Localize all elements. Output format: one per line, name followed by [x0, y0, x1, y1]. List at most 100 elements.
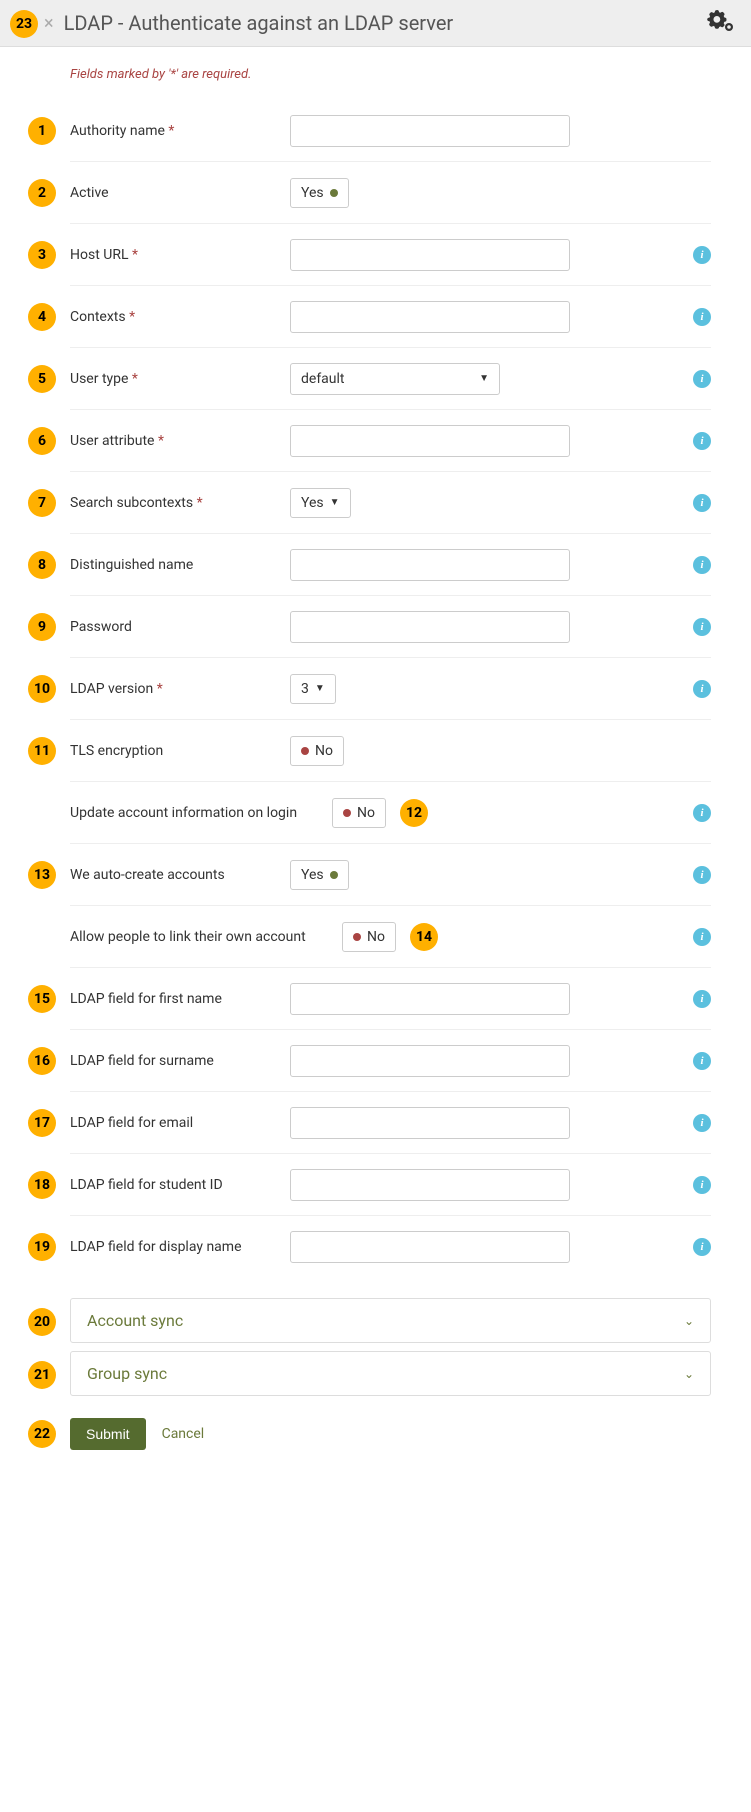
- info-icon[interactable]: i: [693, 866, 711, 884]
- host-url-input[interactable]: [290, 239, 570, 271]
- field-studentid-input[interactable]: [290, 1169, 570, 1201]
- label-ldap-version: LDAP version *: [70, 681, 290, 697]
- badge-8: 8: [28, 551, 56, 579]
- user-attribute-input[interactable]: [290, 425, 570, 457]
- accordion-account-sync[interactable]: Account sync ⌄: [70, 1298, 711, 1343]
- label-field-surname: LDAP field for surname: [70, 1053, 290, 1069]
- authority-name-input[interactable]: [290, 115, 570, 147]
- field-email-input[interactable]: [290, 1107, 570, 1139]
- row-field-surname: 16 LDAP field for surname i: [70, 1030, 711, 1092]
- row-auto-create: 13 We auto-create accounts Yes i: [70, 844, 711, 906]
- cancel-link[interactable]: Cancel: [162, 1426, 205, 1442]
- ldap-version-select[interactable]: 3▼: [290, 674, 336, 704]
- distinguished-name-input[interactable]: [290, 549, 570, 581]
- accordion-label: Group sync: [87, 1364, 167, 1383]
- badge-20: 20: [28, 1308, 56, 1336]
- badge-21: 21: [28, 1361, 56, 1389]
- badge-12: 12: [400, 799, 428, 827]
- row-contexts: 4 Contexts * i: [70, 286, 711, 348]
- row-field-email: 17 LDAP field for email i: [70, 1092, 711, 1154]
- info-icon[interactable]: i: [693, 618, 711, 636]
- badge-6: 6: [28, 427, 56, 455]
- label-field-displayname: LDAP field for display name: [70, 1239, 290, 1255]
- submit-button[interactable]: Submit: [70, 1418, 146, 1450]
- close-icon[interactable]: ×: [44, 13, 54, 34]
- row-field-firstname: 15 LDAP field for first name i: [70, 968, 711, 1030]
- label-field-firstname: LDAP field for first name: [70, 991, 290, 1007]
- badge-19: 19: [28, 1233, 56, 1261]
- label-auto-create: We auto-create accounts: [70, 867, 290, 883]
- badge-4: 4: [28, 303, 56, 331]
- tls-toggle[interactable]: No: [290, 736, 344, 766]
- page-header: 23 × LDAP - Authenticate against an LDAP…: [0, 0, 751, 47]
- info-icon[interactable]: i: [693, 680, 711, 698]
- info-icon[interactable]: i: [693, 928, 711, 946]
- gear-icon[interactable]: [707, 10, 735, 36]
- row-user-attribute: 6 User attribute * i: [70, 410, 711, 472]
- field-displayname-input[interactable]: [290, 1231, 570, 1263]
- info-icon[interactable]: i: [693, 804, 711, 822]
- status-dot-icon: [330, 871, 338, 879]
- label-field-studentid: LDAP field for student ID: [70, 1177, 290, 1193]
- auto-create-toggle[interactable]: Yes: [290, 860, 349, 890]
- badge-18: 18: [28, 1171, 56, 1199]
- field-firstname-input[interactable]: [290, 983, 570, 1015]
- label-contexts: Contexts *: [70, 309, 290, 325]
- label-field-email: LDAP field for email: [70, 1115, 290, 1131]
- row-search-subcontexts: 7 Search subcontexts * Yes▼ i: [70, 472, 711, 534]
- search-subcontexts-select[interactable]: Yes▼: [290, 488, 351, 518]
- caret-down-icon: ▼: [315, 683, 325, 694]
- status-dot-icon: [301, 747, 309, 755]
- label-user-attribute: User attribute *: [70, 433, 290, 449]
- row-user-type: 5 User type * default▼ i: [70, 348, 711, 410]
- label-update-on-login: Update account information on login: [70, 805, 320, 821]
- update-on-login-toggle[interactable]: No: [332, 798, 386, 828]
- info-icon[interactable]: i: [693, 1176, 711, 1194]
- row-authority-name: 1 Authority name *: [70, 100, 711, 162]
- info-icon[interactable]: i: [693, 308, 711, 326]
- label-authority-name: Authority name *: [70, 123, 290, 139]
- info-icon[interactable]: i: [693, 990, 711, 1008]
- status-dot-icon: [353, 933, 361, 941]
- chevron-down-icon: ⌄: [684, 1367, 694, 1381]
- status-dot-icon: [330, 189, 338, 197]
- info-icon[interactable]: i: [693, 1238, 711, 1256]
- row-update-on-login: Update account information on login No 1…: [70, 782, 711, 844]
- label-distinguished-name: Distinguished name: [70, 557, 290, 573]
- password-input[interactable]: [290, 611, 570, 643]
- accordion-label: Account sync: [87, 1311, 183, 1330]
- row-ldap-version: 10 LDAP version * 3▼ i: [70, 658, 711, 720]
- field-surname-input[interactable]: [290, 1045, 570, 1077]
- badge-10: 10: [28, 675, 56, 703]
- chevron-down-icon: ⌄: [684, 1314, 694, 1328]
- badge-9: 9: [28, 613, 56, 641]
- accordion-group-sync[interactable]: Group sync ⌄: [70, 1351, 711, 1396]
- badge-1: 1: [28, 117, 56, 145]
- badge-7: 7: [28, 489, 56, 517]
- contexts-input[interactable]: [290, 301, 570, 333]
- label-search-subcontexts: Search subcontexts *: [70, 495, 290, 511]
- info-icon[interactable]: i: [693, 370, 711, 388]
- active-toggle[interactable]: Yes: [290, 178, 349, 208]
- badge-11: 11: [28, 737, 56, 765]
- badge-5: 5: [28, 365, 56, 393]
- row-distinguished-name: 8 Distinguished name i: [70, 534, 711, 596]
- required-note: Fields marked by '*' are required.: [70, 67, 711, 82]
- info-icon[interactable]: i: [693, 1052, 711, 1070]
- row-host-url: 3 Host URL * i: [70, 224, 711, 286]
- info-icon[interactable]: i: [693, 246, 711, 264]
- badge-2: 2: [28, 179, 56, 207]
- badge-23: 23: [10, 10, 38, 38]
- label-user-type: User type *: [70, 371, 290, 387]
- page-title: LDAP - Authenticate against an LDAP serv…: [64, 11, 454, 35]
- info-icon[interactable]: i: [693, 432, 711, 450]
- label-active: Active: [70, 185, 290, 201]
- info-icon[interactable]: i: [693, 556, 711, 574]
- user-type-select[interactable]: default▼: [290, 363, 500, 395]
- caret-down-icon: ▼: [479, 373, 489, 384]
- label-allow-link: Allow people to link their own account: [70, 929, 330, 945]
- info-icon[interactable]: i: [693, 1114, 711, 1132]
- label-host-url: Host URL *: [70, 247, 290, 263]
- allow-link-toggle[interactable]: No: [342, 922, 396, 952]
- info-icon[interactable]: i: [693, 494, 711, 512]
